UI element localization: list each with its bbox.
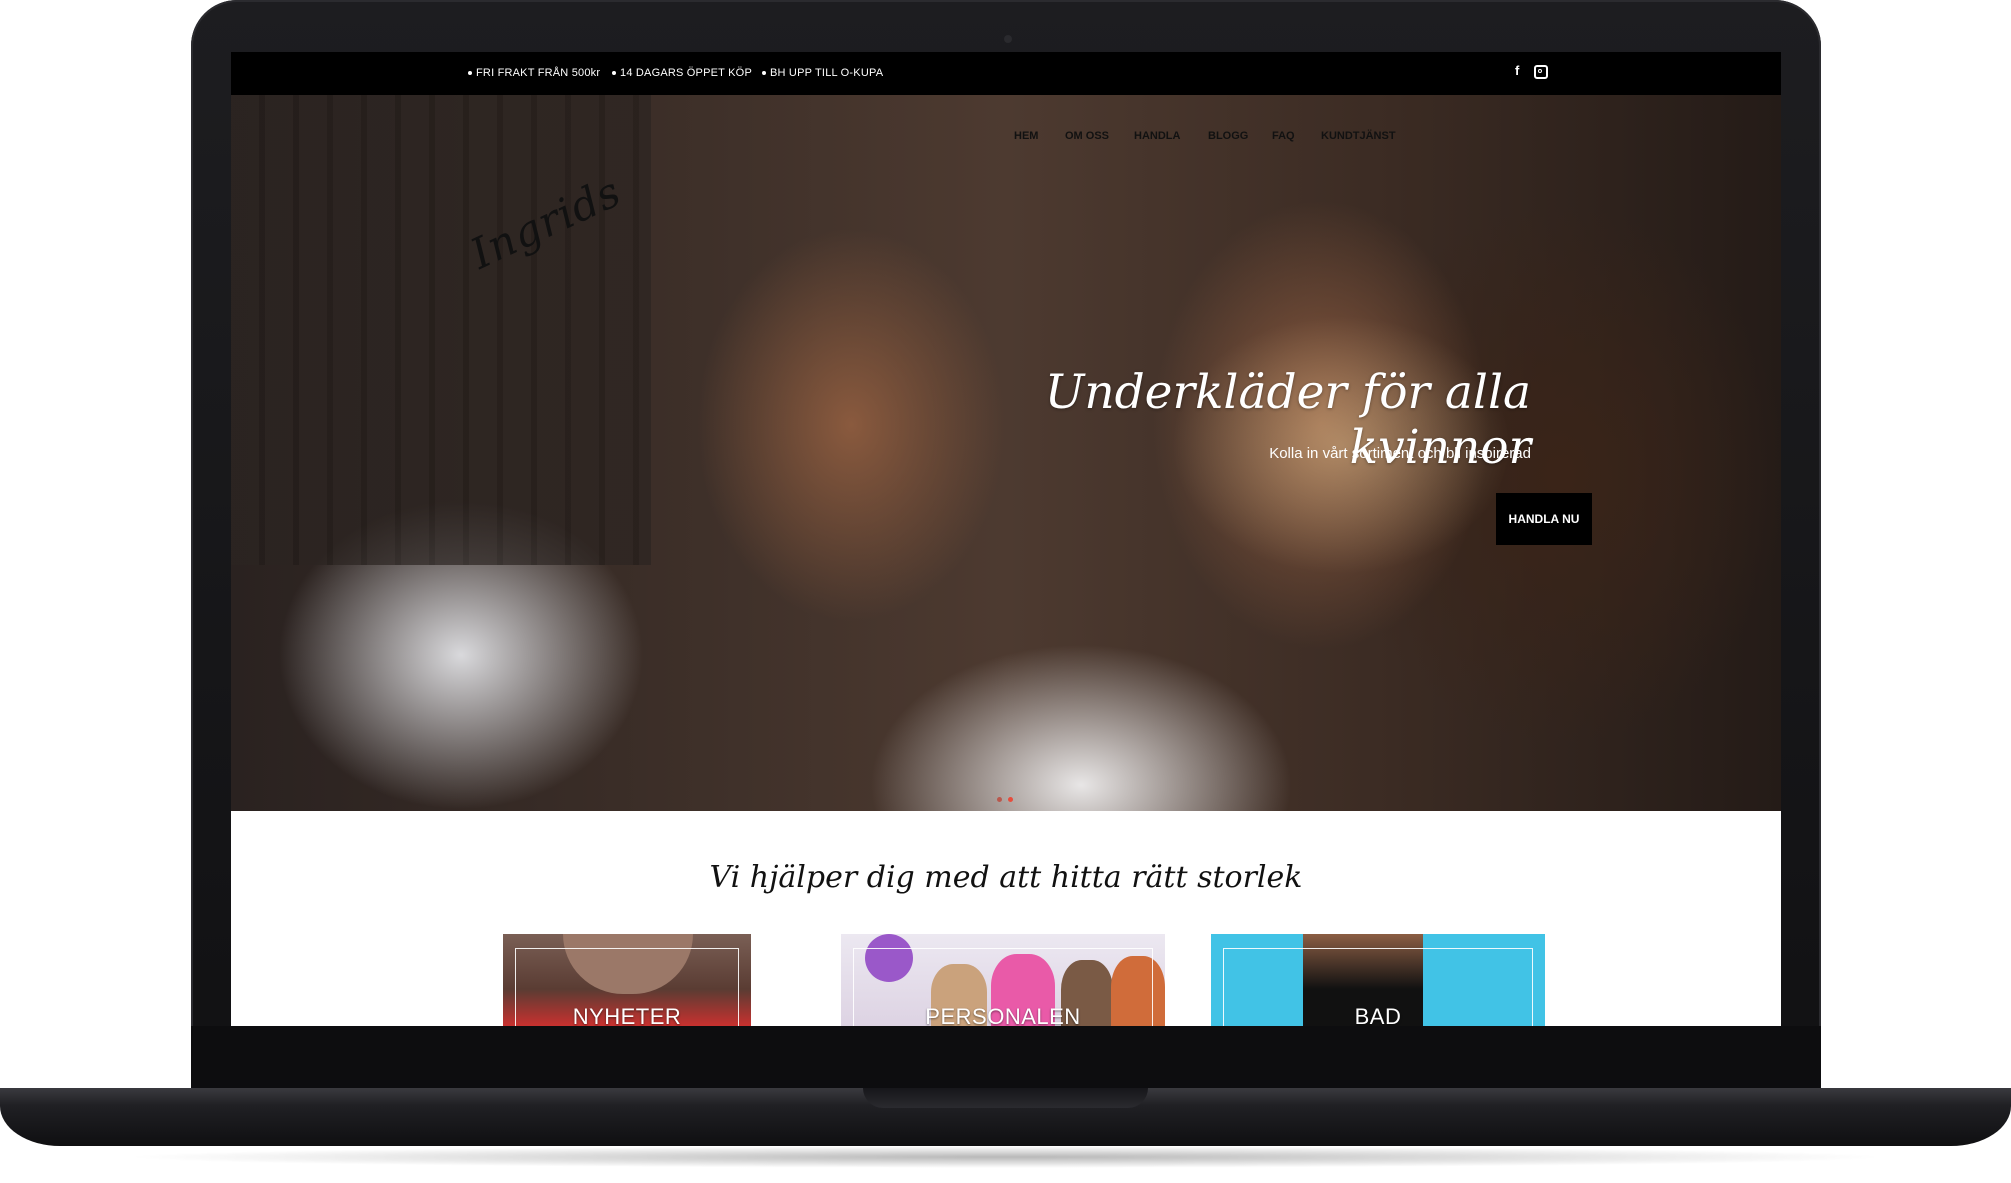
hero-subtitle: Kolla in vårt sortiment och bli inspirer… [1269,445,1531,462]
device-shadow [120,1146,1891,1168]
laptop-notch [863,1088,1148,1108]
nav-item-faq[interactable]: FAQ [1272,130,1295,142]
camera-icon [1004,35,1012,43]
card-bad[interactable]: BAD [1211,934,1545,1026]
card-label: NYHETER [572,1004,682,1026]
laptop-bezel-bottom [191,1026,1821,1096]
usp-item: 14 DAGARS ÖPPET KÖP [612,67,752,79]
bullet-icon [468,71,472,75]
bullet-icon [762,71,766,75]
top-bar: FRI FRAKT FRÅN 500kr 14 DAGARS ÖPPET KÖP… [231,52,1781,95]
slider-dot[interactable] [997,797,1002,802]
card-label: BAD [1354,1004,1402,1026]
hero-banner: Ingrids HEM OM OSS HANDLA BLOGG FAQ KUND… [231,95,1781,811]
instagram-icon[interactable] [1534,65,1548,82]
card-nyheter[interactable]: NYHETER [503,934,751,1026]
facebook-icon[interactable]: f [1515,63,1520,78]
nav-item-hem[interactable]: HEM [1014,130,1038,142]
usp-label: BH UPP TILL O-KUPA [770,67,884,79]
nav-item-kundtjanst[interactable]: KUNDTJÄNST [1321,130,1396,142]
usp-item: FRI FRAKT FRÅN 500kr [468,67,600,79]
card-label: PERSONALEN [925,1004,1081,1026]
section-title: Vi hjälper dig med att hitta rätt storle… [709,860,1303,895]
nav-item-handla[interactable]: HANDLA [1134,130,1180,142]
bullet-icon [612,71,616,75]
website-screen: FRI FRAKT FRÅN 500kr 14 DAGARS ÖPPET KÖP… [231,52,1781,1026]
usp-item: BH UPP TILL O-KUPA [762,67,883,79]
usp-label: 14 DAGARS ÖPPET KÖP [620,67,752,79]
hero-background-wall [231,95,651,565]
slider-dots [997,797,1013,802]
slider-dot-active[interactable] [1008,797,1013,802]
nav-item-om-oss[interactable]: OM OSS [1065,130,1109,142]
usp-label: FRI FRAKT FRÅN 500kr [476,67,601,79]
shop-now-button[interactable]: HANDLA NU [1496,493,1592,545]
card-personalen[interactable]: PERSONALEN [841,934,1165,1026]
nav-item-blogg[interactable]: BLOGG [1208,130,1248,142]
